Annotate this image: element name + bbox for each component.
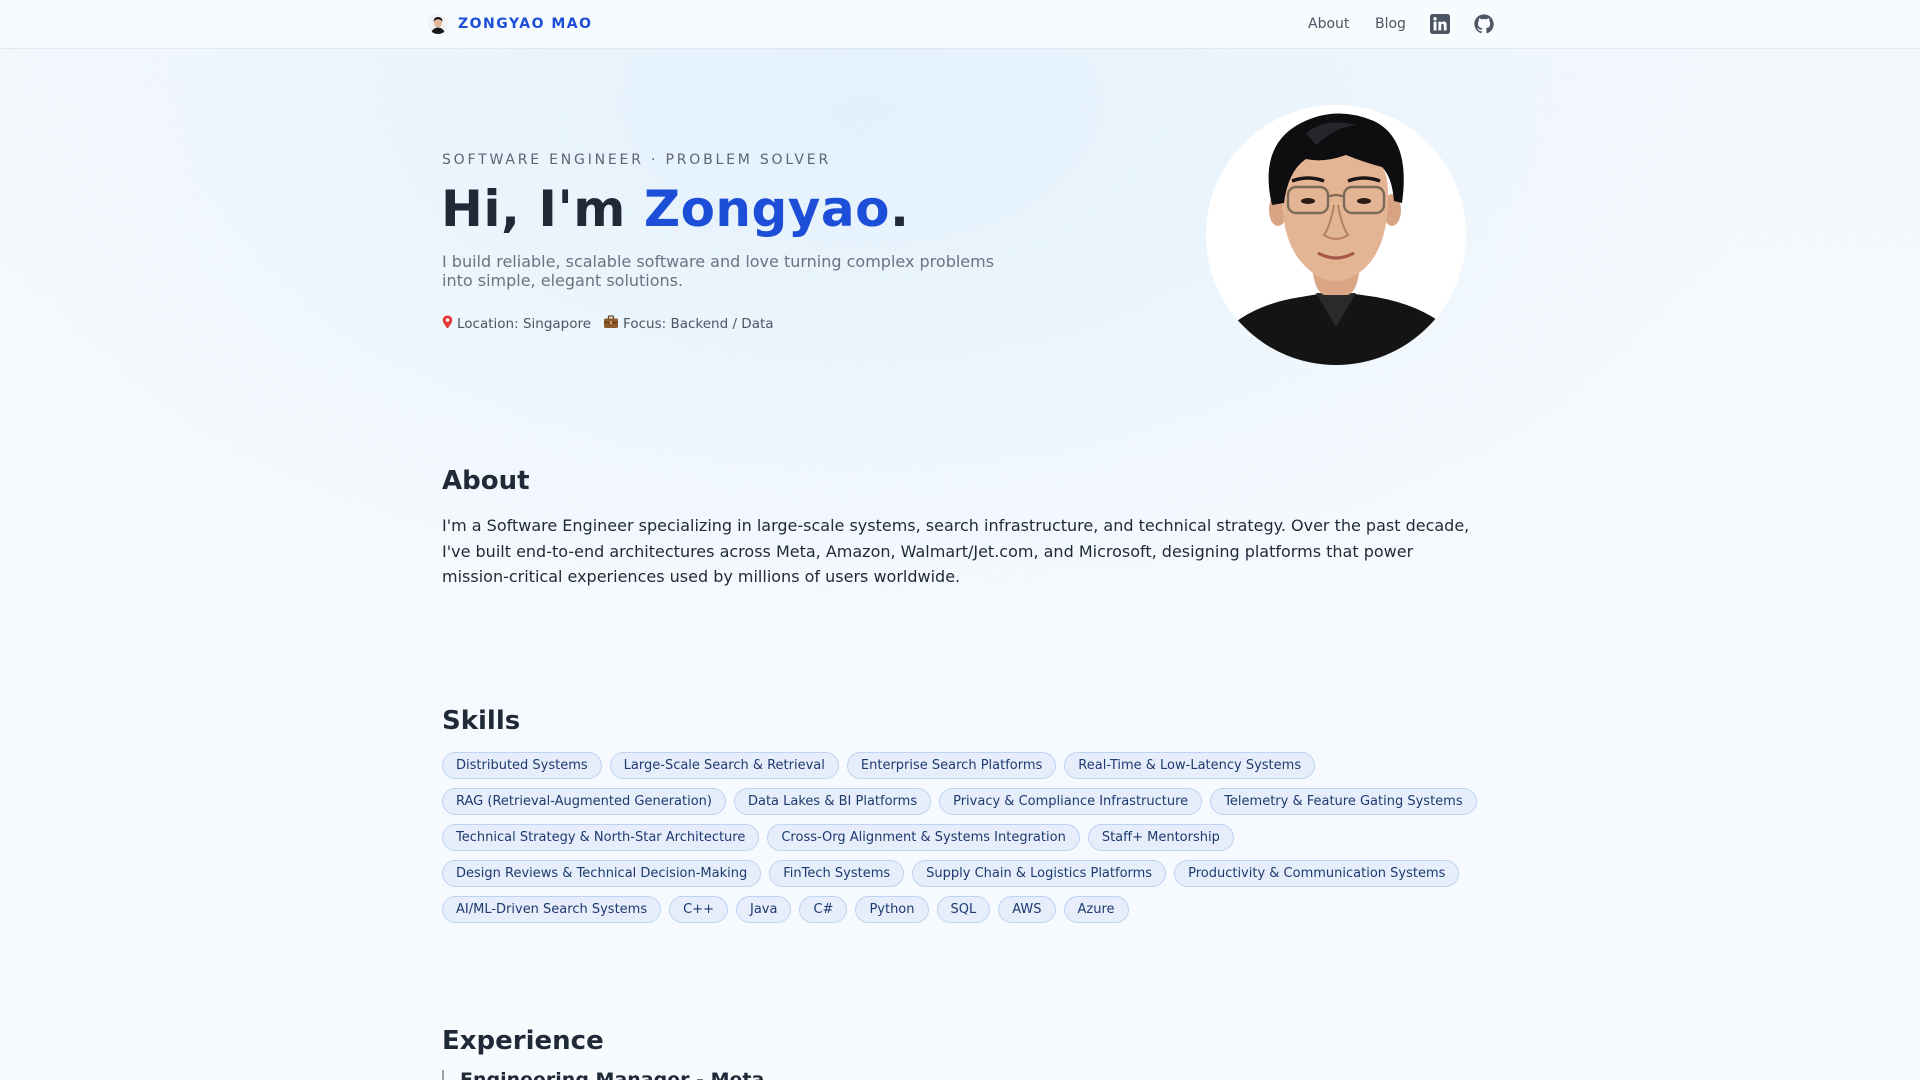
- skill-chip: Productivity & Communication Systems: [1174, 860, 1460, 887]
- nav-link-blog[interactable]: Blog: [1375, 16, 1406, 32]
- github-icon[interactable]: [1473, 13, 1495, 35]
- skill-chip: Privacy & Compliance Infrastructure: [939, 788, 1203, 815]
- skill-row: Technical Strategy & North-Star Architec…: [442, 824, 1492, 851]
- focus-meta: Focus: Backend / Data: [603, 315, 774, 333]
- skill-chip: AWS: [998, 896, 1056, 923]
- hero-title-prefix: Hi, I'm: [441, 180, 644, 238]
- linkedin-icon[interactable]: [1429, 13, 1451, 35]
- briefcase-icon: [603, 315, 619, 333]
- hero-subtitle: I build reliable, scalable software and …: [442, 252, 995, 290]
- experience-item: Engineering Manager - Meta: [442, 1070, 764, 1080]
- skill-chip: Data Lakes & BI Platforms: [733, 788, 932, 815]
- hero-title-name: Zongyao: [643, 180, 890, 238]
- skill-chip: C++: [669, 896, 728, 923]
- location-pin-icon: [442, 315, 453, 333]
- skill-chip: Enterprise Search Platforms: [846, 752, 1057, 779]
- focus-text: Focus: Backend / Data: [623, 316, 774, 332]
- skill-chip: FinTech Systems: [769, 860, 905, 887]
- location-text: Location: Singapore: [457, 316, 592, 332]
- brand-name: ZONGYAO MAO: [458, 16, 593, 32]
- skill-chip: Telemetry & Feature Gating Systems: [1210, 788, 1477, 815]
- skill-chip: Supply Chain & Logistics Platforms: [912, 860, 1167, 887]
- skill-chip: SQL: [936, 896, 991, 923]
- skill-chip: Python: [855, 896, 929, 923]
- profile-portrait: [1206, 105, 1466, 365]
- hero-title-suffix: .: [890, 180, 910, 238]
- hero-meta: Location: Singapore Focus: Backend / Dat…: [442, 315, 774, 333]
- experience-job-title: Engineering Manager - Meta: [460, 1070, 764, 1080]
- skill-chip: Technical Strategy & North-Star Architec…: [442, 824, 760, 851]
- brand-home-link[interactable]: ZONGYAO MAO: [428, 13, 593, 35]
- skill-chip: C#: [799, 896, 848, 923]
- nav-blog: Blog: [1375, 13, 1406, 35]
- about-heading: About: [442, 466, 530, 496]
- skill-chip: Cross-Org Alignment & Systems Integratio…: [767, 824, 1080, 851]
- skill-chip: Design Reviews & Technical Decision-Maki…: [442, 860, 762, 887]
- top-navigation-bar: ZONGYAO MAO About Blog: [0, 0, 1920, 49]
- skill-chip: Azure: [1063, 896, 1129, 923]
- hero-eyebrow: SOFTWARE ENGINEER · PROBLEM SOLVER: [442, 152, 831, 168]
- skill-row: AI/ML-Driven Search Systems C++ Java C# …: [442, 896, 1492, 923]
- about-paragraph: I'm a Software Engineer specializing in …: [442, 516, 1470, 586]
- skill-row: Distributed Systems Large-Scale Search &…: [442, 752, 1492, 779]
- skill-chip: Java: [735, 896, 792, 923]
- skill-chip: Staff+ Mentorship: [1087, 824, 1234, 851]
- skill-row: RAG (Retrieval-Augmented Generation) Dat…: [442, 788, 1492, 815]
- skills-heading: Skills: [442, 706, 521, 736]
- hero-title: Hi, I'm Zongyao.: [441, 180, 910, 238]
- skill-chip: Distributed Systems: [442, 752, 602, 779]
- experience-heading: Experience: [442, 1026, 604, 1056]
- skill-row: Design Reviews & Technical Decision-Maki…: [442, 860, 1492, 887]
- skill-chip: AI/ML-Driven Search Systems: [442, 896, 662, 923]
- skill-chip: Large-Scale Search & Retrieval: [609, 752, 839, 779]
- skills-list: Distributed Systems Large-Scale Search &…: [442, 752, 1492, 932]
- nav-link-about[interactable]: About: [1308, 16, 1349, 32]
- nav-about: About: [1308, 13, 1349, 35]
- location-meta: Location: Singapore: [442, 315, 591, 333]
- skill-chip: RAG (Retrieval-Augmented Generation): [442, 788, 726, 815]
- brand-avatar-icon: [428, 14, 448, 34]
- skill-chip: Real-Time & Low-Latency Systems: [1064, 752, 1316, 779]
